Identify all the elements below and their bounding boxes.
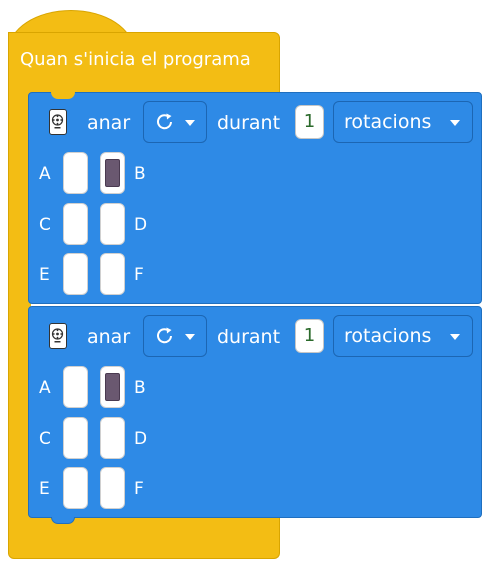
port-slot-c[interactable] bbox=[63, 203, 88, 245]
direction-dropdown[interactable] bbox=[143, 315, 207, 357]
port-slot-f[interactable] bbox=[100, 253, 125, 295]
port-label-a: A bbox=[39, 378, 51, 398]
amount-input[interactable]: 1 bbox=[295, 319, 324, 353]
port-label-a: A bbox=[39, 164, 51, 184]
port-slot-e[interactable] bbox=[63, 467, 88, 509]
port-slot-d[interactable] bbox=[100, 203, 125, 245]
port-label-b: B bbox=[134, 378, 146, 398]
unit-dropdown[interactable]: rotacions bbox=[333, 315, 473, 357]
unit-dropdown[interactable]: rotacions bbox=[333, 101, 473, 143]
motor-go-block[interactable]: anar durant 1 rotacions A B C D E F bbox=[28, 92, 482, 304]
port-slot-e[interactable] bbox=[63, 253, 88, 295]
amount-input[interactable]: 1 bbox=[295, 105, 324, 139]
clockwise-rotate-icon bbox=[157, 327, 172, 344]
port-label-b: B bbox=[134, 164, 146, 184]
port-label-e: E bbox=[39, 265, 50, 285]
port-label-f: F bbox=[134, 265, 144, 285]
motor-go-block[interactable]: anar durant 1 rotacions A B C D E F bbox=[28, 306, 482, 524]
port-label-d: D bbox=[134, 215, 148, 235]
port-slot-a[interactable] bbox=[63, 366, 88, 408]
chevron-down-icon bbox=[185, 334, 195, 340]
event-block-bottom bbox=[8, 516, 280, 559]
duration-label: durant bbox=[217, 326, 281, 348]
port-slot-b[interactable] bbox=[100, 152, 125, 194]
unit-label: rotacions bbox=[344, 325, 432, 347]
go-label: anar bbox=[87, 112, 131, 134]
port-slot-b[interactable] bbox=[100, 366, 125, 408]
go-label: anar bbox=[87, 326, 131, 348]
chevron-down-icon bbox=[450, 120, 460, 126]
clockwise-rotate-icon bbox=[157, 113, 172, 130]
port-slot-d[interactable] bbox=[100, 417, 125, 459]
port-label-d: D bbox=[134, 429, 148, 449]
block-tab bbox=[51, 517, 75, 524]
chevron-down-icon bbox=[185, 120, 195, 126]
chevron-down-icon bbox=[450, 334, 460, 340]
direction-dropdown[interactable] bbox=[143, 101, 207, 143]
duration-label: durant bbox=[217, 112, 281, 134]
unit-label: rotacions bbox=[344, 111, 432, 133]
code-canvas: Quan s'inicia el programa anar durant 1 bbox=[0, 0, 495, 569]
remote-control-icon bbox=[49, 323, 67, 349]
port-label-c: C bbox=[39, 215, 51, 235]
port-label-c: C bbox=[39, 429, 51, 449]
event-block-title: Quan s'inicia el programa bbox=[20, 49, 251, 70]
remote-control-icon bbox=[49, 109, 67, 135]
port-slot-f[interactable] bbox=[100, 467, 125, 509]
port-label-f: F bbox=[134, 479, 144, 499]
port-slot-a[interactable] bbox=[63, 152, 88, 194]
port-label-e: E bbox=[39, 479, 50, 499]
port-slot-c[interactable] bbox=[63, 417, 88, 459]
block-notch bbox=[51, 92, 75, 99]
